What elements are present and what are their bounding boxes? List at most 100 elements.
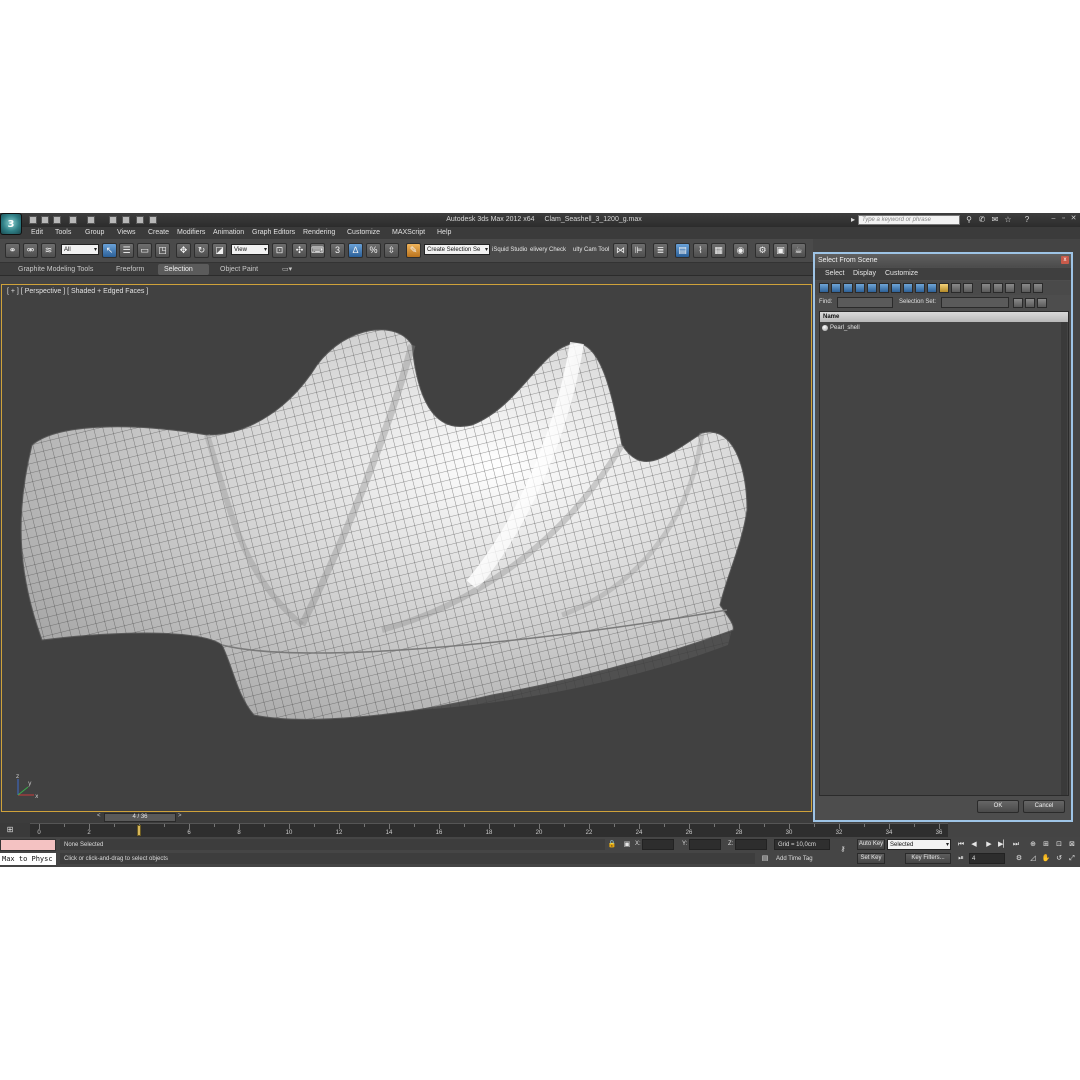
display-containers-icon[interactable] [927,283,937,293]
angle-snap-icon[interactable]: ∆ [348,243,363,258]
menu-rendering[interactable]: Rendering [303,229,335,236]
time-slider-thumb[interactable]: 4 / 36 [104,813,176,822]
name-column-header[interactable]: Name [820,312,1068,322]
auto-key-button[interactable]: Auto Key [857,839,885,850]
go-to-end-icon[interactable]: ⏭ [1011,840,1021,850]
tab-freeform[interactable]: Freeform [110,264,150,275]
cancel-button[interactable]: Cancel [1023,800,1065,813]
save-file-icon[interactable] [53,216,61,224]
time-configuration-icon[interactable]: ⚙ [1014,854,1024,864]
toolbar-studio-label[interactable]: iSquid Studio [492,247,527,253]
app-logo-button[interactable]: 3 [0,213,22,235]
menu-maxscript[interactable]: MAXScript [392,229,425,236]
key-mode-dropdown[interactable]: Selected ▾ [887,839,951,850]
dialog-close-button[interactable]: x [1061,256,1069,264]
undo-icon[interactable] [69,216,77,224]
maximize-viewport-icon[interactable]: ⤢ [1067,854,1077,864]
scene-object-list[interactable]: Name Pearl_shell [819,311,1069,796]
menu-animation[interactable]: Animation [213,229,244,236]
key-filters-button[interactable]: Key Filters... [905,853,951,864]
select-all-icon[interactable] [981,283,991,293]
menu-tools[interactable]: Tools [55,229,71,236]
current-frame-field[interactable]: 4 [969,853,1005,864]
maxscript-output[interactable]: Max to Physc [0,853,56,865]
unlink-icon[interactable]: ⚮ [23,243,38,258]
add-time-tag[interactable]: Add Time Tag [776,856,813,862]
window-crossing-icon[interactable]: ◳ [155,243,170,258]
orbit-icon[interactable]: ↺ [1054,854,1064,864]
menu-group[interactable]: Group [85,229,104,236]
display-all-icon[interactable] [963,283,973,293]
menu-views[interactable]: Views [117,229,136,236]
selection-set-remove-icon[interactable] [1037,298,1047,308]
x-coord-field[interactable] [642,839,674,850]
infocenter-search-input[interactable]: Type a keyword or phrase [858,215,960,225]
reference-coordinate-dropdown[interactable]: View ▾ [231,244,269,255]
bind-to-space-warp-icon[interactable]: ≋ [41,243,56,258]
search-toggle-icon[interactable]: ▸ [848,215,858,225]
z-coord-field[interactable] [735,839,767,850]
tab-object-paint[interactable]: Object Paint [214,264,264,275]
selection-lock-icon[interactable]: 🔒 [607,840,617,850]
set-key-icon[interactable]: ⚷ [836,845,850,855]
key-mode-toggle-icon[interactable]: ⏯ [956,854,966,864]
dialog-menu-display[interactable]: Display [853,270,876,277]
tab-graphite-modeling-tools[interactable]: Graphite Modeling Tools [12,264,99,275]
display-groups-icon[interactable] [891,283,901,293]
pivot-center-icon[interactable]: ⊡ [272,243,287,258]
selection-set-edit-icon[interactable] [1025,298,1035,308]
fetch-icon[interactable] [122,216,130,224]
rectangular-selection-icon[interactable]: ▭ [137,243,152,258]
time-slider-prev[interactable]: < [97,813,101,819]
rendered-frame-window-icon[interactable]: ▣ [773,243,788,258]
select-by-name-icon[interactable]: ☰ [119,243,134,258]
toolbar-delivery-check-label[interactable]: elivery Check [530,247,566,253]
maxscript-listener-input[interactable] [0,839,56,851]
select-and-scale-icon[interactable]: ◪ [212,243,227,258]
display-lights-icon[interactable] [843,283,853,293]
zoom-all-icon[interactable]: ⊞ [1041,840,1051,850]
menu-graph-editors[interactable]: Graph Editors [252,229,295,236]
menu-help[interactable]: Help [437,229,451,236]
select-and-rotate-icon[interactable]: ↻ [194,243,209,258]
previous-frame-icon[interactable]: ◀ [969,840,979,850]
redo-icon[interactable] [87,216,95,224]
play-icon[interactable]: ▶ [984,840,994,850]
display-cameras-icon[interactable] [855,283,865,293]
zoom-extents-all-icon[interactable]: ⊠ [1067,840,1077,850]
select-and-move-icon[interactable]: ✥ [176,243,191,258]
curve-editor-icon[interactable]: ⌇ [693,243,708,258]
dialog-menu-select[interactable]: Select [825,270,844,277]
select-and-manipulate-icon[interactable]: ✣ [292,243,307,258]
menu-customize[interactable]: Customize [347,229,380,236]
named-selection-dropdown[interactable]: Create Selection Se ▾ [424,244,490,255]
ok-button[interactable]: OK [977,800,1019,813]
open-mini-curve-editor-icon[interactable]: ⊞ [3,825,17,835]
find-input[interactable] [837,297,893,308]
ribbon-options-icon[interactable]: ▭▾ [276,264,298,275]
absolute-relative-toggle-icon[interactable]: ▣ [622,840,632,850]
minimize-button[interactable]: – [1050,215,1057,223]
filter-icon[interactable] [1021,283,1031,293]
current-frame-marker[interactable] [137,825,141,836]
selection-set-dropdown[interactable] [941,297,1009,308]
select-invert-icon[interactable] [1005,283,1015,293]
snaps-toggle-icon[interactable]: 3 [330,243,345,258]
track-ruler[interactable]: 024681012141618202224262830323436 [30,823,948,837]
tab-selection[interactable]: Selection [158,264,209,275]
search-icon[interactable]: ⚲ [964,215,974,225]
percent-snap-icon[interactable]: % [366,243,381,258]
align-icon[interactable]: ⊫ [631,243,646,258]
zoom-extents-icon[interactable]: ⊡ [1054,840,1064,850]
render-production-icon[interactable]: ☕ [791,243,806,258]
display-hidden-icon[interactable] [951,283,961,293]
display-xrefs-icon[interactable] [903,283,913,293]
material-editor-icon[interactable]: ◉ [733,243,748,258]
display-shapes-icon[interactable] [831,283,841,293]
field-of-view-icon[interactable]: ◿ [1028,854,1038,864]
filter-options-icon[interactable] [1033,283,1043,293]
display-helpers-icon[interactable] [867,283,877,293]
set-key-button[interactable]: Set Key [857,853,885,864]
favorites-star-icon[interactable]: ☆ [1003,215,1013,225]
maximize-button[interactable]: ▫ [1060,215,1067,223]
